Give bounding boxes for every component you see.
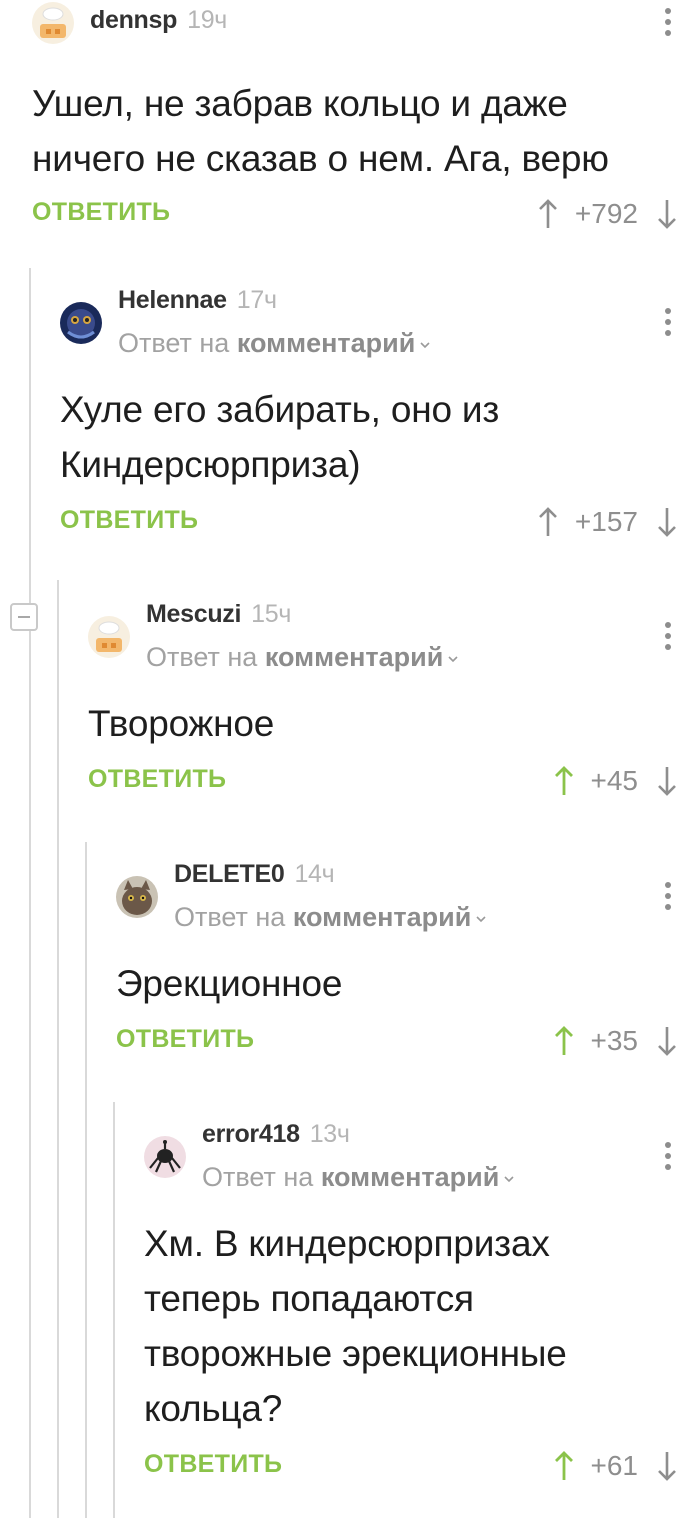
avatar[interactable] [32,2,74,44]
comment-time: 19ч [187,6,228,34]
comment-time: 14ч [294,860,335,888]
comment-author[interactable]: DELETE0 14ч [174,860,335,889]
arrow-down-icon[interactable] [656,506,678,538]
comment-header: DELETE0 14ч Ответ на комментарий [116,856,700,956]
reply-to[interactable]: Ответ на комментарий [202,1162,515,1193]
comment-header: Mescuzi 15ч Ответ на комментарий [88,596,700,696]
avatar[interactable] [116,876,158,918]
comment: Helennae 17ч Ответ на комментарий Хуле ег… [60,282,700,544]
comment: Mescuzi 15ч Ответ на комментарий Творожно… [88,596,700,803]
vote-controls: +45 [553,761,679,801]
comment-rating: +61 [590,1450,639,1481]
reply-button[interactable]: ОТВЕТИТЬ [60,506,198,535]
vote-controls: +157 [537,502,678,542]
comment: DELETE0 14ч Ответ на комментарий Эрекцион… [116,856,700,1063]
chevron-down-icon [476,916,486,923]
comment-header: dennsp 19ч [32,0,700,72]
comment-text: Творожное [88,703,275,744]
comment-text: Ушел, не забрав кольцо и даже ничего не … [32,83,609,179]
reply-button[interactable]: ОТВЕТИТЬ [32,198,170,227]
arrow-down-icon[interactable] [656,1450,678,1482]
comment-author[interactable]: Helennae 17ч [118,286,277,315]
more-vertical-icon[interactable] [664,8,672,38]
reply-button[interactable]: ОТВЕТИТЬ [88,765,226,794]
comment-rating: +792 [574,198,638,229]
comment-actions: ОТВЕТИТЬ +35 [116,1019,700,1063]
comment-rating: +35 [590,1025,639,1056]
comment-rating: +157 [574,506,638,537]
thread-line [57,580,59,1518]
more-vertical-icon[interactable] [664,882,672,912]
arrow-down-icon[interactable] [656,765,678,797]
collapse-minus-icon[interactable] [10,603,38,631]
comment-time: 17ч [236,286,277,314]
more-vertical-icon[interactable] [664,308,672,338]
comment-author[interactable]: Mescuzi 15ч [146,600,291,629]
more-vertical-icon[interactable] [664,1142,672,1172]
chevron-down-icon [420,342,430,349]
thread-line [85,842,87,1518]
comment: dennsp 19ч Ушел, не забрав кольцо и даже … [32,0,700,236]
comment-actions: ОТВЕТИТЬ +45 [88,759,700,803]
comment-time: 13ч [309,1120,350,1148]
reply-to[interactable]: Ответ на комментарий [118,328,431,359]
avatar[interactable] [60,302,102,344]
arrow-up-icon[interactable] [537,506,559,538]
avatar[interactable] [88,616,130,658]
reply-to[interactable]: Ответ на комментарий [174,902,487,933]
comment-actions: ОТВЕТИТЬ +61 [144,1444,700,1488]
comment-time: 15ч [251,600,292,628]
avatar[interactable] [144,1136,186,1178]
comment-text: Эрекционное [116,963,343,1004]
arrow-up-icon[interactable] [553,1450,575,1482]
comment: error418 13ч Ответ на комментарий Хм. В к… [144,1116,700,1488]
comment-author[interactable]: error418 13ч [202,1120,350,1149]
arrow-down-icon[interactable] [656,198,678,230]
arrow-up-icon[interactable] [553,765,575,797]
more-vertical-icon[interactable] [664,622,672,652]
comment-rating: +45 [590,765,639,796]
vote-controls: +61 [553,1446,679,1486]
chevron-down-icon [448,656,458,663]
comment-actions: ОТВЕТИТЬ +792 [32,192,700,236]
vote-controls: +792 [537,194,678,234]
arrow-up-icon[interactable] [537,198,559,230]
arrow-up-icon[interactable] [553,1025,575,1057]
reply-to[interactable]: Ответ на комментарий [146,642,459,673]
comment-header: error418 13ч Ответ на комментарий [144,1116,700,1216]
thread-line [113,1102,115,1518]
comment-header: Helennae 17ч Ответ на комментарий [60,282,700,382]
arrow-down-icon[interactable] [656,1025,678,1057]
chevron-down-icon [504,1176,514,1183]
thread-line [29,268,31,1518]
reply-button[interactable]: ОТВЕТИТЬ [116,1025,254,1054]
comment-author[interactable]: dennsp 19ч [90,6,227,35]
comment-text: Хм. В киндерсюрпризах теперь попадаются … [144,1223,567,1429]
vote-controls: +35 [553,1021,679,1061]
reply-button[interactable]: ОТВЕТИТЬ [144,1450,282,1479]
comment-text: Хуле его забирать, оно из Киндерсюрприза… [60,389,500,485]
comment-actions: ОТВЕТИТЬ +157 [60,500,700,544]
